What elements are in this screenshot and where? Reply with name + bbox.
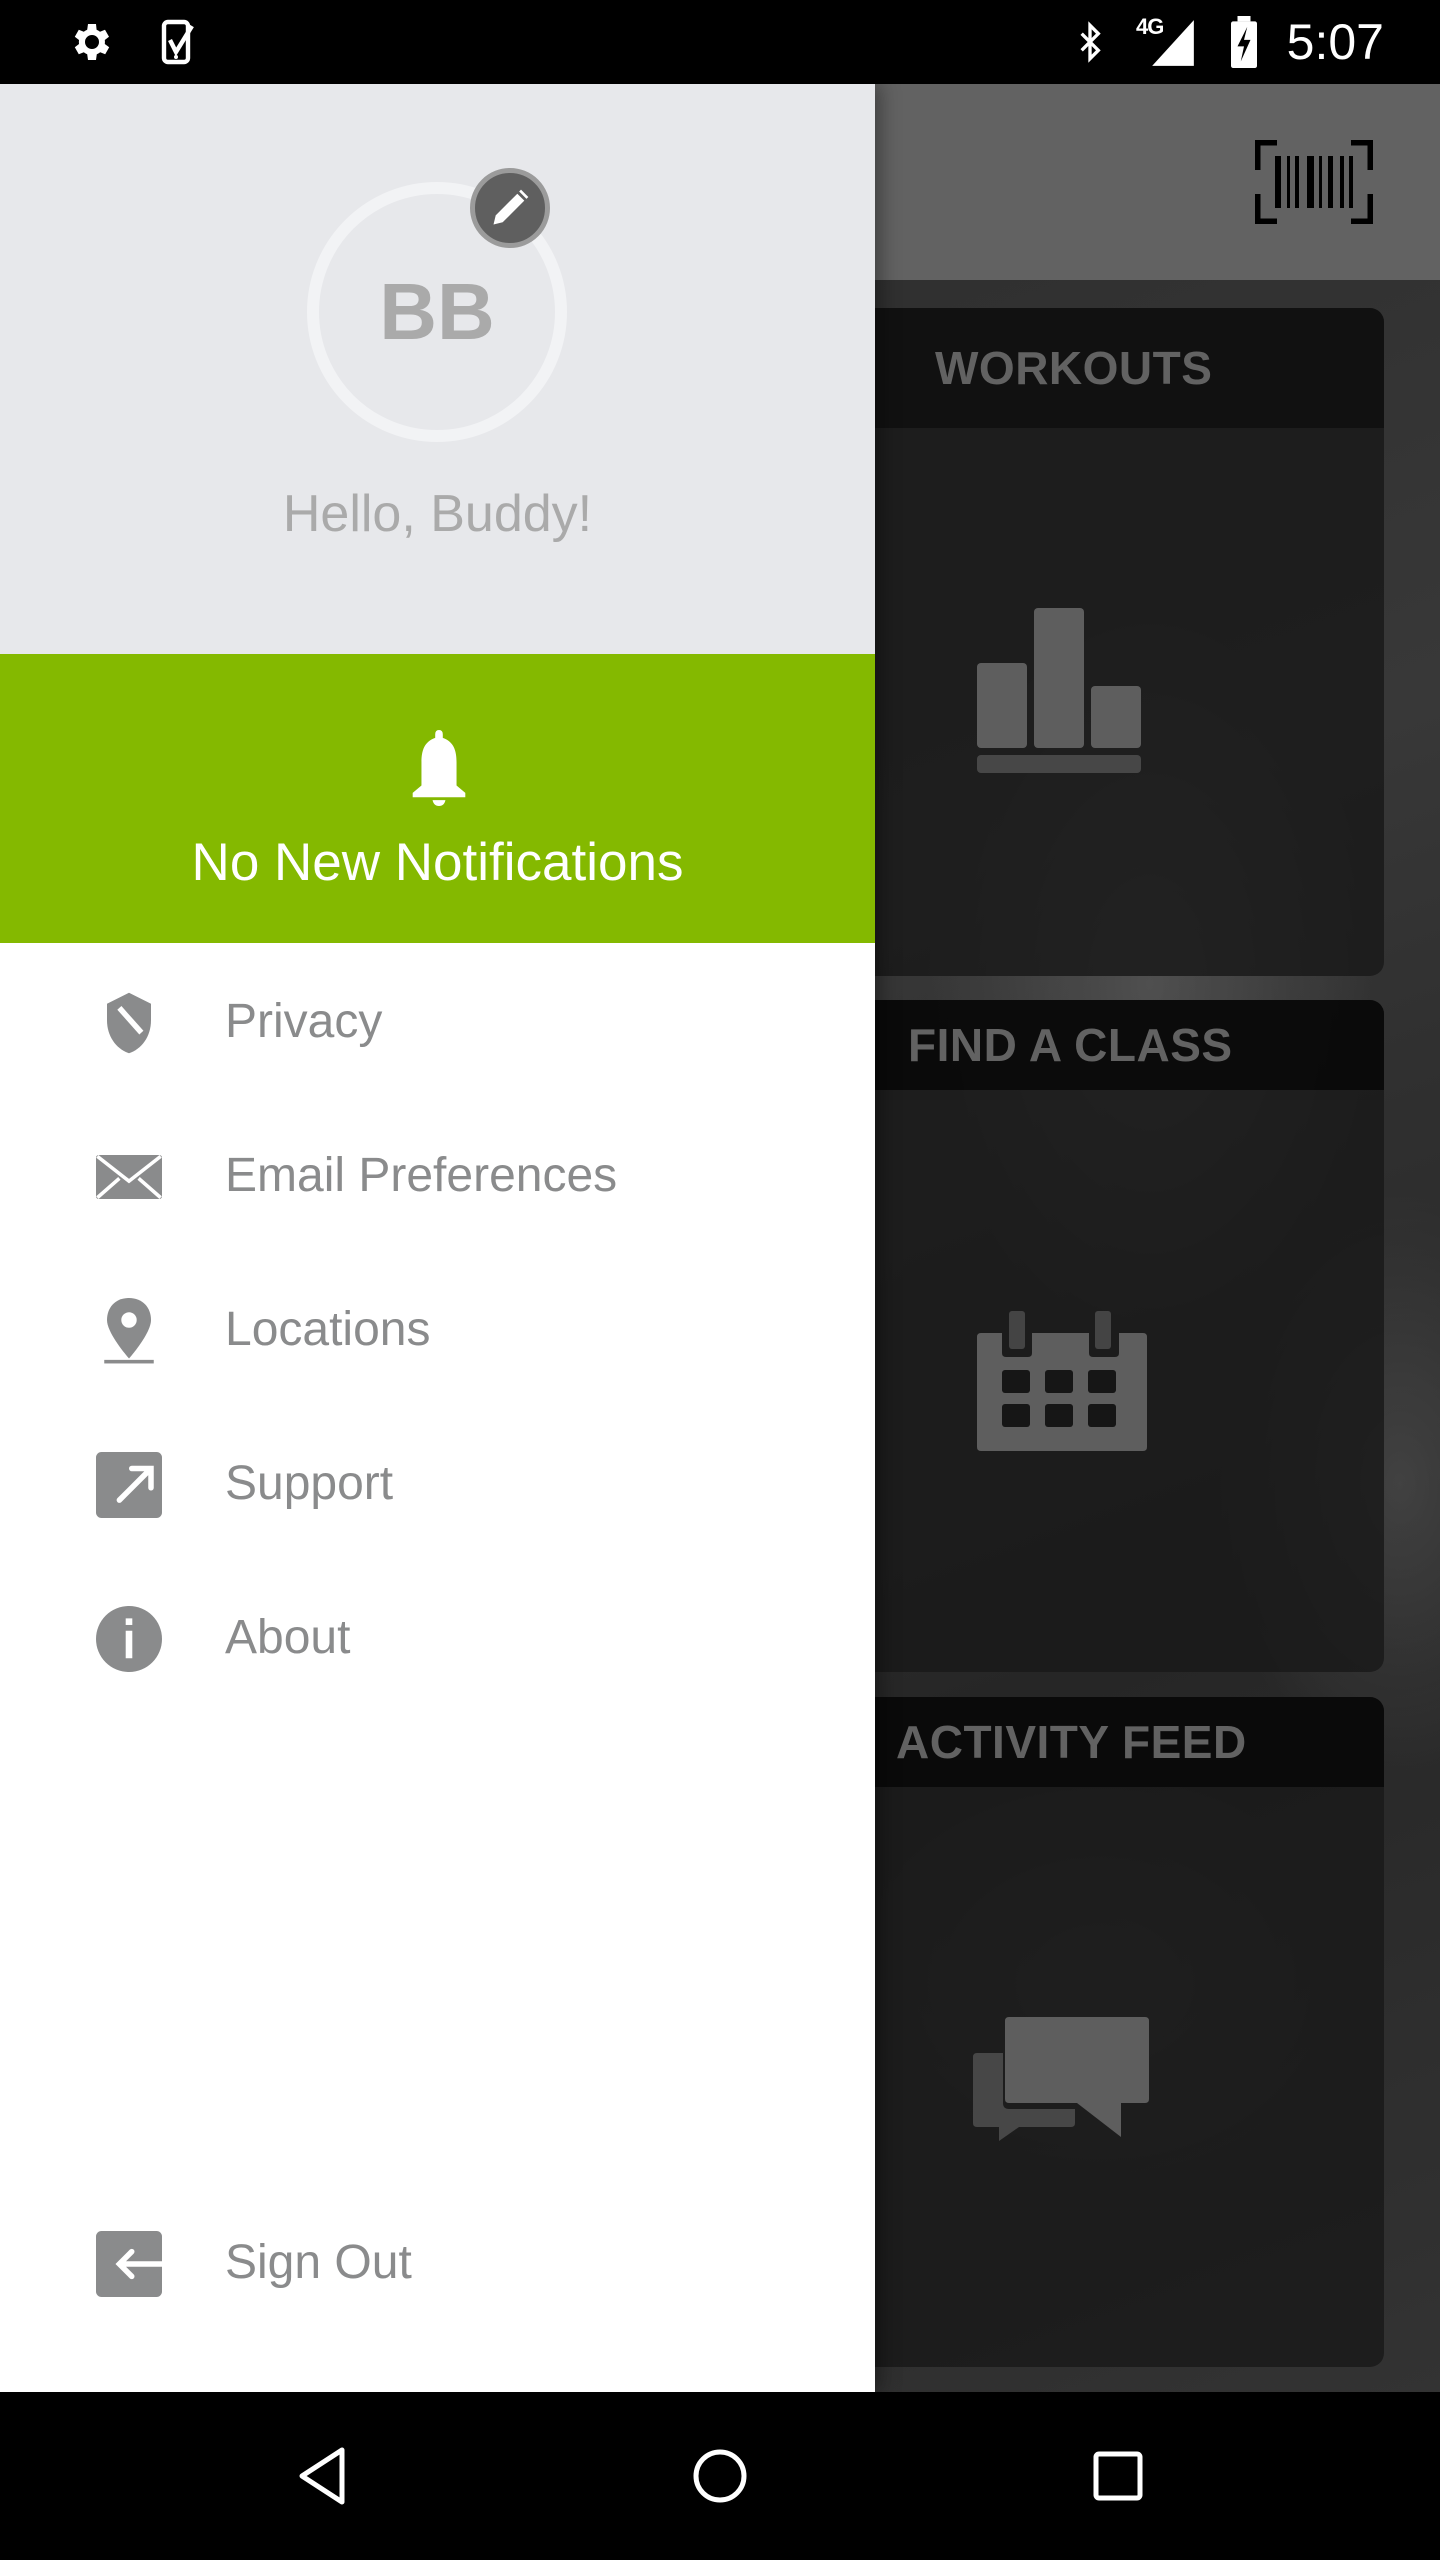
notifications-text: No New Notifications bbox=[191, 833, 684, 892]
bell-icon bbox=[412, 730, 466, 806]
shield-icon bbox=[107, 992, 151, 1054]
menu-item-label: Sign Out bbox=[225, 2236, 412, 2289]
battery-charging-icon bbox=[1231, 16, 1257, 68]
home-icon[interactable] bbox=[680, 2436, 760, 2516]
menu-item-label: Locations bbox=[225, 1303, 431, 1356]
envelope-icon bbox=[96, 1154, 162, 1199]
task-check-icon bbox=[161, 19, 194, 65]
status-bar: 4G 5:07 bbox=[0, 0, 1440, 84]
map-pin-icon bbox=[104, 1298, 154, 1364]
sign-out-icon bbox=[96, 2231, 162, 2297]
settings-icon bbox=[74, 24, 110, 60]
external-link-icon bbox=[96, 1452, 162, 1518]
back-icon[interactable] bbox=[282, 2436, 362, 2516]
clock: 5:07 bbox=[1286, 14, 1384, 70]
menu-item-email-preferences[interactable]: Email Preferences bbox=[0, 1101, 875, 1251]
menu-item-about[interactable]: About bbox=[0, 1563, 875, 1713]
avatar-initials: BB bbox=[379, 267, 495, 356]
menu-item-label: Email Preferences bbox=[225, 1149, 618, 1202]
info-icon bbox=[96, 1606, 162, 1672]
menu-item-label: About bbox=[225, 1611, 351, 1664]
pencil-icon bbox=[493, 189, 529, 225]
profile-header: BB Hello, Buddy! bbox=[0, 84, 875, 654]
system-navigation-bar bbox=[0, 2392, 1440, 2560]
greeting-text: Hello, Buddy! bbox=[282, 485, 593, 543]
signal-icon bbox=[1152, 20, 1194, 66]
menu-item-locations[interactable]: Locations bbox=[0, 1255, 875, 1405]
menu-item-privacy[interactable]: Privacy bbox=[0, 947, 875, 1097]
recents-icon[interactable] bbox=[1078, 2436, 1158, 2516]
menu-item-label: Privacy bbox=[225, 995, 383, 1048]
bluetooth-icon bbox=[1080, 21, 1101, 63]
sign-out-button[interactable]: Sign Out bbox=[0, 2188, 875, 2338]
notifications-banner[interactable]: No New Notifications bbox=[0, 654, 875, 943]
menu-item-support[interactable]: Support bbox=[0, 1409, 875, 1559]
edit-profile-button[interactable] bbox=[470, 168, 550, 248]
menu-item-label: Support bbox=[225, 1457, 394, 1510]
navigation-drawer: BB Hello, Buddy! No New Notifications Pr… bbox=[0, 84, 875, 2392]
